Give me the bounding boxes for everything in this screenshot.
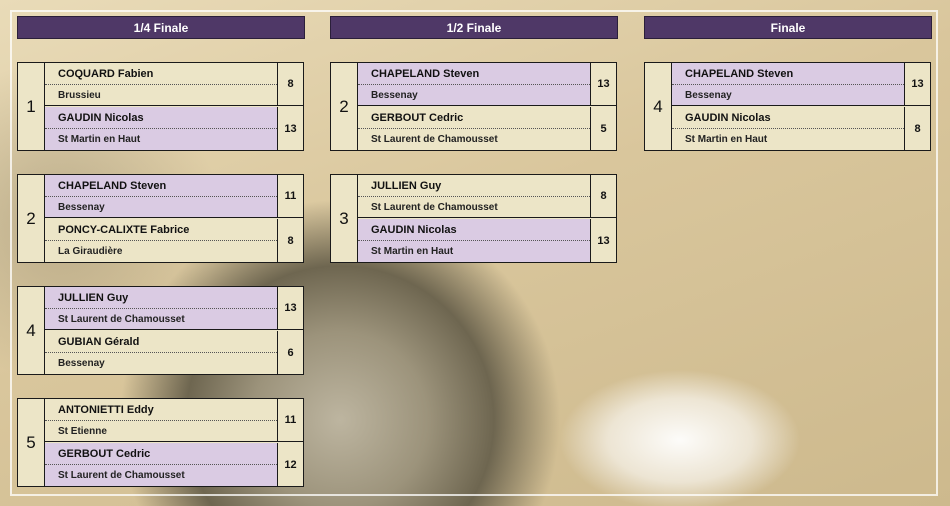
player-row-winner: JULLIEN Guy St Laurent de Chamousset [45,287,277,330]
player-row: GERBOUT Cedric St Laurent de Chamousset [358,107,590,150]
match-card: 2 CHAPELAND Steven Bessenay 13 GERBOUT Cedri… [330,62,617,151]
player-club: Bessenay [58,358,105,369]
round-header-quarter-final: 1/4 Finale [17,16,305,39]
player-score: 5 [590,107,616,150]
player-row-winner: GERBOUT Cedric St Laurent de Chamousset [45,443,277,486]
player-score: 8 [904,107,930,150]
player-score: 11 [277,399,303,442]
match-number: 2 [331,63,358,150]
player-club: St Laurent de Chamousset [371,202,498,213]
player-club: St Martin en Haut [58,134,141,145]
player-name: CHAPELAND Steven [358,63,590,85]
player-score: 13 [277,107,303,150]
player-club: St Martin en Haut [685,134,768,145]
player-name: CHAPELAND Steven [45,175,277,197]
match-number: 1 [18,63,45,150]
player-score: 8 [277,63,303,106]
player-name: GUBIAN Gérald [45,331,277,353]
player-club: Bessenay [58,202,105,213]
match-card: 4 CHAPELAND Steven Bessenay 13 GAUDIN Nicola… [644,62,931,151]
player-row: ANTONIETTI Eddy St Etienne [45,399,277,442]
player-row: PONCY-CALIXTE Fabrice La Giraudière [45,219,277,262]
player-name: GERBOUT Cedric [45,443,277,465]
player-club: Bessenay [685,90,732,101]
match-card: 5 ANTONIETTI Eddy St Etienne 11 GERBOUT Cedr… [17,398,304,487]
match-card: 1 COQUARD Fabien Brussieu 8 GAUDIN Nicolas St… [17,62,304,151]
player-row-winner: CHAPELAND Steven Bessenay [358,63,590,106]
player-club: La Giraudière [58,246,123,257]
match-number: 2 [18,175,45,262]
player-name: COQUARD Fabien [45,63,277,85]
player-name: CHAPELAND Steven [672,63,904,85]
player-score: 12 [277,443,303,486]
match-number: 4 [645,63,672,150]
player-club: St Laurent de Chamousset [58,470,185,481]
player-score: 13 [590,63,616,106]
match-card: 3 JULLIEN Guy St Laurent de Chamousset 8 GAU… [330,174,617,263]
match-number: 4 [18,287,45,374]
player-score: 6 [277,331,303,374]
round-header-final: Finale [644,16,932,39]
player-club: St Laurent de Chamousset [58,314,185,325]
player-name: JULLIEN Guy [45,287,277,309]
player-name: JULLIEN Guy [358,175,590,197]
player-row: GUBIAN Gérald Bessenay [45,331,277,374]
player-row: COQUARD Fabien Brussieu [45,63,277,106]
round-header-semi-final: 1/2 Finale [330,16,618,39]
player-name: PONCY-CALIXTE Fabrice [45,219,277,241]
match-number: 3 [331,175,358,262]
player-name: GAUDIN Nicolas [672,107,904,129]
player-name: GAUDIN Nicolas [45,107,277,129]
player-score: 13 [904,63,930,106]
player-score: 13 [277,287,303,330]
player-club: Bessenay [371,90,418,101]
player-name: GAUDIN Nicolas [358,219,590,241]
player-score: 13 [590,219,616,262]
player-score: 8 [590,175,616,218]
match-card: 2 CHAPELAND Steven Bessenay 11 PONCY-CALIXTE… [17,174,304,263]
player-row: JULLIEN Guy St Laurent de Chamousset [358,175,590,218]
player-club: Brussieu [58,90,101,101]
player-club: St Martin en Haut [371,246,454,257]
player-row-winner: CHAPELAND Steven Bessenay [672,63,904,106]
player-club: St Etienne [58,426,107,437]
player-name: ANTONIETTI Eddy [45,399,277,421]
player-row-winner: GAUDIN Nicolas St Martin en Haut [358,219,590,262]
player-score: 8 [277,219,303,262]
player-score: 11 [277,175,303,218]
player-name: GERBOUT Cedric [358,107,590,129]
player-row-winner: GAUDIN Nicolas St Martin en Haut [45,107,277,150]
match-number: 5 [18,399,45,486]
player-row-winner: CHAPELAND Steven Bessenay [45,175,277,218]
player-row: GAUDIN Nicolas St Martin en Haut [672,107,904,150]
match-card: 4 JULLIEN Guy St Laurent de Chamousset 13 GU… [17,286,304,375]
player-club: St Laurent de Chamousset [371,134,498,145]
